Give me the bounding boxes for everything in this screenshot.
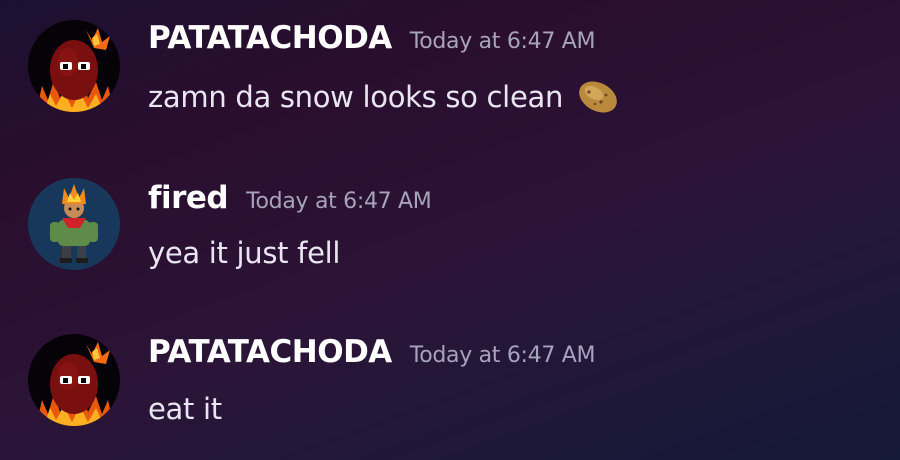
message-text: yea it just fell (148, 236, 341, 270)
message-timestamp: Today at 6:47 AM (246, 189, 432, 214)
fire-head-character-avatar-icon (28, 178, 120, 270)
message-item: fired Today at 6:47 AM yea it just fell (0, 158, 900, 278)
message-text: eat it (148, 392, 222, 426)
message-timestamp: Today at 6:47 AM (409, 29, 596, 54)
message-list: PATATACHODA Today at 6:47 AM zamn da sno… (0, 0, 900, 460)
avatar[interactable] (28, 20, 120, 112)
message-item: PATATACHODA Today at 6:47 AM zamn da sno… (0, 0, 900, 120)
flaming-potato-avatar-icon (28, 334, 120, 426)
avatar[interactable] (28, 178, 120, 270)
avatar[interactable] (28, 334, 120, 426)
potato-emoji-icon (575, 78, 621, 116)
message-timestamp: Today at 6:47 AM (409, 343, 596, 368)
author-name[interactable]: fired (148, 180, 229, 216)
message-text: zamn da snow looks so clean (148, 80, 564, 114)
flaming-potato-avatar-icon (28, 20, 120, 112)
author-name[interactable]: PATATACHODA (148, 334, 392, 370)
message-item: PATATACHODA Today at 6:47 AM eat it (0, 314, 900, 434)
author-name[interactable]: PATATACHODA (148, 20, 392, 56)
